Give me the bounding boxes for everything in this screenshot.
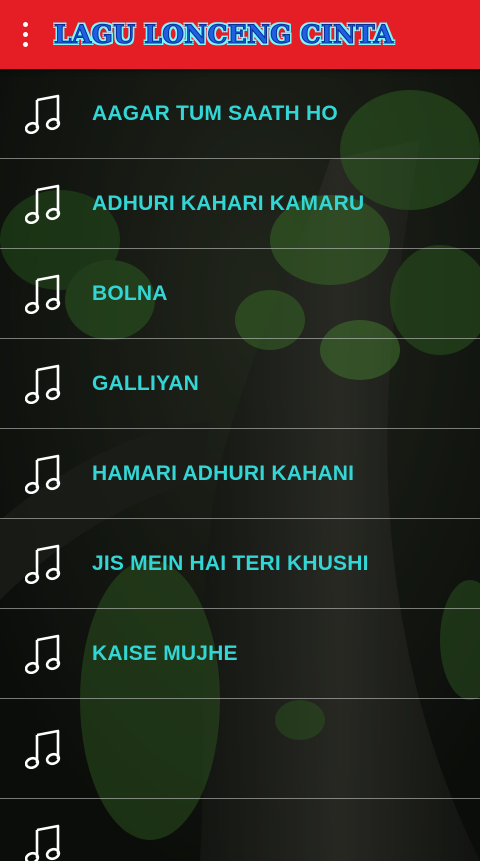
overflow-menu-button[interactable] bbox=[0, 0, 50, 69]
music-note-icon bbox=[24, 824, 61, 861]
music-note-icon bbox=[24, 454, 61, 494]
song-title: HAMARI ADHURI KAHANI bbox=[92, 461, 355, 485]
overflow-menu-icon bbox=[22, 22, 28, 47]
song-list-item[interactable]: GALLIYAN bbox=[0, 339, 480, 429]
song-title: AAGAR TUM SAATH HO bbox=[92, 101, 338, 125]
song-title: JIS MEIN HAI TERI KHUSHI bbox=[92, 551, 369, 575]
song-title: GALLIYAN bbox=[92, 371, 199, 395]
app-toolbar: LAGU LONCENG CINTA bbox=[0, 0, 480, 69]
music-note-icon bbox=[24, 544, 61, 584]
song-list-item[interactable]: ADHURI KAHARI KAMARU bbox=[0, 159, 480, 249]
music-note-icon bbox=[24, 364, 61, 404]
music-note-icon bbox=[24, 184, 61, 224]
music-note-icon bbox=[24, 94, 61, 134]
song-list-item[interactable]: JIS MEIN HAI TERI KHUSHI bbox=[0, 519, 480, 609]
song-title: BOLNA bbox=[92, 281, 168, 305]
song-title: KAISE MUJHE bbox=[92, 641, 238, 665]
song-list: AAGAR TUM SAATH HO ADHURI KAHARI KAMARU BO… bbox=[0, 69, 480, 861]
song-title: ADHURI KAHARI KAMARU bbox=[92, 191, 365, 215]
music-note-icon bbox=[24, 729, 61, 769]
music-note-icon bbox=[24, 274, 61, 314]
song-list-item[interactable] bbox=[0, 799, 480, 861]
song-list-item[interactable]: BOLNA bbox=[0, 249, 480, 339]
song-list-item[interactable]: HAMARI ADHURI KAHANI bbox=[0, 429, 480, 519]
app-title: LAGU LONCENG CINTA bbox=[53, 20, 394, 50]
song-list-item[interactable]: KAISE MUJHE bbox=[0, 609, 480, 699]
song-list-item[interactable] bbox=[0, 699, 480, 799]
music-note-icon bbox=[24, 634, 61, 674]
song-list-item[interactable]: AAGAR TUM SAATH HO bbox=[0, 69, 480, 159]
